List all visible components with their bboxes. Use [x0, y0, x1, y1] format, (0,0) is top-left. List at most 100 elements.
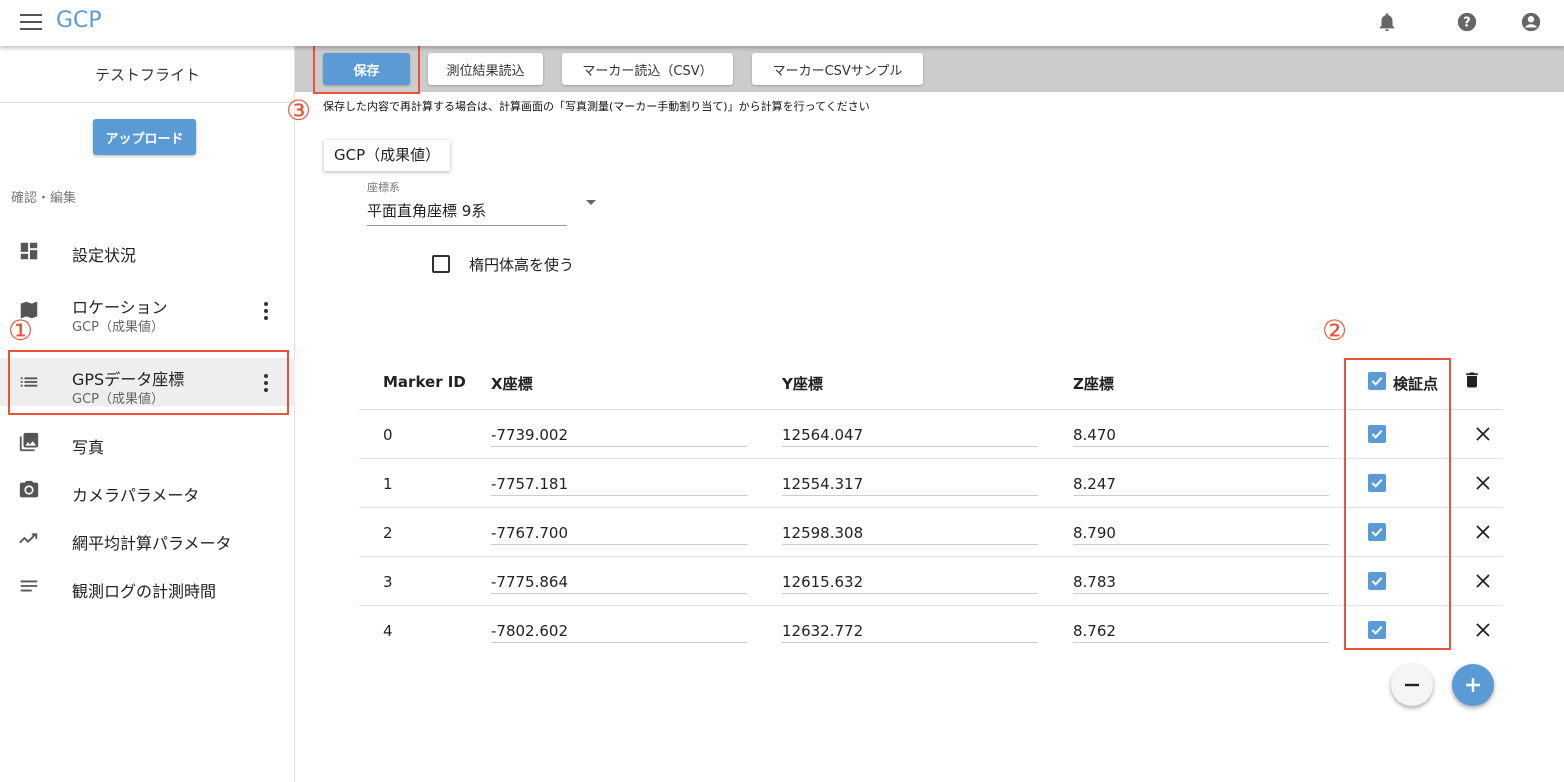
z-input[interactable]: 8.247	[1073, 472, 1329, 496]
col-header-y: Y座標	[782, 375, 823, 393]
x-input[interactable]: -7739.002	[491, 423, 747, 447]
check-icon	[1371, 625, 1383, 635]
toolbar: 保存 測位結果読込 マーカー読込（CSV） マーカーCSVサンプル	[295, 46, 1564, 92]
row-divider	[359, 409, 1503, 410]
marker-id: 2	[383, 524, 393, 542]
minus-icon	[1405, 683, 1419, 687]
y-input[interactable]: 12615.632	[782, 570, 1038, 594]
camera-icon	[19, 480, 39, 498]
check-icon	[1371, 376, 1383, 386]
recalc-notice: 保存した内容で再計算する場合は、計算画面の「写真測量(マーカー手動割り当て)」か…	[323, 100, 870, 113]
y-input[interactable]: 12554.317	[782, 472, 1038, 496]
dropdown-arrow-icon[interactable]	[586, 200, 596, 205]
marker-id: 1	[383, 475, 393, 493]
z-input[interactable]: 8.790	[1073, 521, 1329, 545]
divider	[0, 102, 295, 103]
help-icon[interactable]: ?	[1456, 11, 1478, 33]
sidebar-item-sublabel: GCP（成果値）	[72, 392, 164, 407]
check-all-checkbox[interactable]	[1368, 372, 1386, 390]
y-input[interactable]: 12564.047	[782, 423, 1038, 447]
col-header-x: X座標	[491, 375, 533, 393]
marker-id: 4	[383, 622, 393, 640]
list-icon	[20, 377, 38, 387]
sidebar-item-label: 網平均計算パラメータ	[72, 534, 232, 553]
sidebar-item-gps-coordinates[interactable]: GPSデータ座標 GCP（成果値）	[0, 358, 295, 407]
row-divider	[359, 605, 1503, 606]
verification-checkbox[interactable]	[1368, 425, 1386, 443]
add-row-button[interactable]	[1452, 664, 1494, 706]
load-result-button[interactable]: 測位結果読込	[428, 53, 543, 85]
coordinate-system-label: 座標系	[367, 181, 400, 194]
load-marker-csv-button[interactable]: マーカー読込（CSV）	[562, 53, 733, 85]
x-input[interactable]: -7757.181	[491, 472, 747, 496]
sidebar-item-sublabel: GCP（成果値）	[72, 320, 164, 335]
verification-checkbox[interactable]	[1368, 621, 1386, 639]
close-icon[interactable]	[1474, 425, 1492, 443]
notes-icon	[20, 580, 38, 592]
col-header-marker-id: Marker ID	[383, 373, 466, 391]
check-icon	[1371, 478, 1383, 488]
row-divider	[359, 458, 1503, 459]
section-label: 確認・編集	[11, 191, 77, 206]
x-input[interactable]: -7767.700	[491, 521, 747, 545]
trash-icon[interactable]	[1462, 370, 1482, 390]
col-header-z: Z座標	[1073, 375, 1114, 393]
close-icon[interactable]	[1474, 474, 1492, 492]
annotation-1: ①	[8, 314, 34, 347]
plus-icon	[1466, 678, 1480, 692]
sidebar-item-label: 写真	[72, 438, 105, 457]
z-input[interactable]: 8.783	[1073, 570, 1329, 594]
sidebar-item-label: ロケーション	[72, 298, 168, 317]
dashboard-icon	[20, 242, 38, 260]
sidebar-item-photos[interactable]: 写真	[0, 419, 295, 467]
sidebar-item-network-params[interactable]: 網平均計算パラメータ	[0, 515, 295, 563]
sidebar-item-location[interactable]: ロケーション GCP（成果値）	[0, 286, 295, 335]
verification-checkbox[interactable]	[1368, 523, 1386, 541]
account-icon[interactable]	[1520, 11, 1542, 33]
trending-icon	[19, 533, 38, 544]
sidebar-item-label: 設定状況	[72, 246, 137, 265]
annotation-2: ②	[1322, 314, 1348, 347]
check-icon	[1371, 429, 1383, 439]
close-icon[interactable]	[1474, 621, 1492, 639]
check-icon	[1371, 527, 1383, 537]
svg-text:?: ?	[1463, 16, 1470, 31]
more-vert-icon[interactable]	[262, 300, 270, 322]
annotation-3: ③	[286, 94, 312, 127]
save-button[interactable]: 保存	[323, 53, 410, 85]
more-vert-icon[interactable]	[262, 372, 270, 394]
sidebar: テストフライト アップロード 確認・編集 設定状況 ロケーション GCP（成果値…	[0, 46, 295, 782]
bell-icon[interactable]	[1376, 11, 1398, 33]
z-input[interactable]: 8.470	[1073, 423, 1329, 447]
app-bar: GCP ?	[0, 0, 1564, 46]
sidebar-item-log-time[interactable]: 観測ログの計測時間	[0, 563, 295, 611]
row-divider	[359, 556, 1503, 557]
ellipsoid-height-checkbox[interactable]	[432, 255, 450, 273]
col-header-verification: 検証点	[1393, 375, 1439, 393]
sidebar-item-label: カメラパラメータ	[72, 486, 200, 505]
verification-checkbox[interactable]	[1368, 572, 1386, 590]
check-icon	[1371, 576, 1383, 586]
x-input[interactable]: -7775.864	[491, 570, 747, 594]
verification-checkbox[interactable]	[1368, 474, 1386, 492]
marker-csv-sample-button[interactable]: マーカーCSVサンプル	[752, 53, 923, 85]
photo-icon	[19, 432, 39, 452]
y-input[interactable]: 12598.308	[782, 521, 1038, 545]
sidebar-item-label: 観測ログの計測時間	[72, 582, 217, 601]
y-input[interactable]: 12632.772	[782, 619, 1038, 643]
marker-id: 3	[383, 573, 393, 591]
row-divider	[359, 507, 1503, 508]
sidebar-item-camera-params[interactable]: カメラパラメータ	[0, 467, 295, 515]
coordinate-system-select[interactable]: 平面直角座標 9系	[367, 200, 567, 226]
close-icon[interactable]	[1474, 523, 1492, 541]
app-title: GCP	[56, 8, 102, 33]
ellipsoid-height-label: 楕円体高を使う	[469, 256, 575, 274]
z-input[interactable]: 8.762	[1073, 619, 1329, 643]
close-icon[interactable]	[1474, 572, 1492, 590]
upload-button[interactable]: アップロード	[93, 119, 196, 155]
sidebar-item-settings-status[interactable]: 設定状況	[0, 227, 295, 275]
gcp-chip: GCP（成果値）	[324, 140, 451, 171]
menu-icon[interactable]	[20, 14, 42, 32]
remove-row-button[interactable]	[1391, 664, 1433, 706]
x-input[interactable]: -7802.602	[491, 619, 747, 643]
